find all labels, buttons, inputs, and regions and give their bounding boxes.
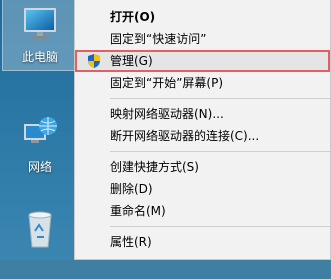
desktop: 此电脑 网络 打开(O) 固定到“快速访问” 管理(G) 固定到“开始”屏幕(P… xyxy=(0,0,331,260)
menu-item-create-shortcut[interactable]: 创建快捷方式(S) xyxy=(75,156,330,178)
menu-item-manage[interactable]: 管理(G) xyxy=(75,50,330,72)
menu-item-label: 管理(G) xyxy=(110,54,153,68)
menu-separator xyxy=(110,151,330,152)
desktop-icon-recycle-bin[interactable] xyxy=(3,205,77,279)
menu-item-delete[interactable]: 删除(D) xyxy=(75,178,330,200)
menu-separator xyxy=(110,226,330,227)
shield-icon xyxy=(88,54,100,68)
menu-item-pin-quick-access[interactable]: 固定到“快速访问” xyxy=(75,28,330,50)
menu-item-map-network-drive[interactable]: 映射网络驱动器(N)... xyxy=(75,103,330,125)
desktop-icon-this-pc[interactable]: 此电脑 xyxy=(2,0,78,71)
menu-item-open[interactable]: 打开(O) xyxy=(75,6,330,28)
menu-item-pin-start[interactable]: 固定到“开始”屏幕(P) xyxy=(75,72,330,94)
menu-separator xyxy=(110,98,330,99)
computer-icon xyxy=(24,8,56,39)
menu-item-disconnect-network-drive[interactable]: 断开网络驱动器的连接(C)... xyxy=(75,125,330,147)
network-icon xyxy=(24,117,57,143)
menu-item-rename[interactable]: 重命名(M) xyxy=(75,200,330,222)
menu-item-properties[interactable]: 属性(R) xyxy=(75,231,330,253)
desktop-icon-label: 此电脑 xyxy=(21,50,58,64)
context-menu: 打开(O) 固定到“快速访问” 管理(G) 固定到“开始”屏幕(P) 映射网络驱… xyxy=(74,0,331,260)
recycle-bin-icon xyxy=(28,211,52,248)
desktop-icon-network[interactable]: 网络 xyxy=(3,110,77,184)
desktop-icon-label: 网络 xyxy=(27,160,52,174)
